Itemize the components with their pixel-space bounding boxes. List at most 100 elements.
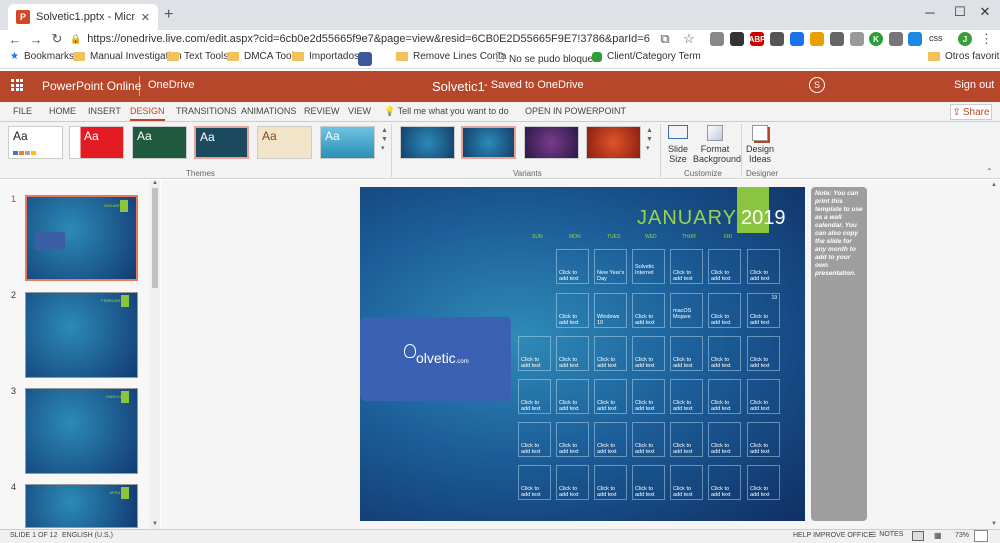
close-tab-icon[interactable]: ✕ <box>141 11 150 24</box>
extension-icon[interactable] <box>730 32 744 46</box>
extension-icon[interactable]: K <box>869 32 883 46</box>
calendar-cell[interactable]: Click to add text <box>594 465 627 500</box>
star-icon[interactable]: ☆ <box>680 30 698 48</box>
calendar-cell[interactable]: Click to add text <box>632 465 665 500</box>
variant-1[interactable] <box>400 126 455 159</box>
calendar-cell[interactable]: Click to add text <box>708 293 741 328</box>
format-background-button[interactable]: Format Background <box>693 125 741 164</box>
calendar-cell[interactable]: Click to add text <box>708 465 741 500</box>
open-in-powerpoint-button[interactable]: OPEN IN POWERPOINT <box>525 106 626 116</box>
variant-3[interactable] <box>524 126 579 159</box>
calendar-cell[interactable]: Click to add text <box>708 249 741 284</box>
collapse-ribbon-icon[interactable]: ⌃ <box>986 167 993 176</box>
avatar[interactable]: J <box>958 32 972 46</box>
calendar-cell[interactable]: Click to add text <box>632 293 665 328</box>
share-button[interactable]: ⇪ Share <box>950 104 992 120</box>
menu-icon[interactable]: ⋮ <box>980 31 993 47</box>
document-title[interactable]: Solvetic1 <box>432 79 485 94</box>
bookmark-item[interactable]: 🗋 No se pudo bloquea <box>496 51 599 68</box>
bookmark-item[interactable]: Client/Category Term <box>592 51 701 62</box>
bookmark-folder[interactable]: Remove Lines Conta <box>396 51 506 62</box>
browser-tab[interactable]: P Solvetic1.pptx - Microsoft Powe ✕ <box>8 4 158 30</box>
theme-beige[interactable]: Aa <box>257 126 312 159</box>
sign-out-button[interactable]: Sign out <box>954 79 994 91</box>
calendar-cell[interactable]: Click to add text <box>670 249 703 284</box>
canvas-scrollbar[interactable]: ▲ ▼ <box>988 180 1000 529</box>
css-extension-icon[interactable]: css <box>929 33 943 43</box>
tab-transitions[interactable]: TRANSITIONS <box>176 106 237 116</box>
slide-thumbnail[interactable]: MARCH <box>25 388 138 474</box>
calendar-cell[interactable]: Click to add text <box>747 465 780 500</box>
extension-icon[interactable] <box>810 32 824 46</box>
calendar-cell[interactable]: Click to add text <box>670 379 703 414</box>
bookmark-folder[interactable]: Importados <box>292 51 359 62</box>
calendar-cell[interactable]: Click to add text <box>556 293 589 328</box>
tab-review[interactable]: REVIEW <box>304 106 340 116</box>
calendar-cell[interactable]: Solvetic Internet <box>632 249 665 284</box>
tell-me-box[interactable]: 💡 Tell me what you want to do <box>384 106 509 117</box>
calendar-cell[interactable]: Click to add text <box>670 465 703 500</box>
address-bar[interactable]: 🔒 https://onedrive.live.com/edit.aspx?ci… <box>70 31 650 47</box>
theme-blue[interactable]: Aa <box>320 126 375 159</box>
calendar-cell[interactable]: Click to add text <box>594 379 627 414</box>
reload-icon[interactable]: ↻ <box>48 30 66 48</box>
calendar-cell[interactable]: Click to add text <box>747 249 780 284</box>
thumbnail-scrollbar[interactable]: ▲ ▼ <box>150 180 160 529</box>
extension-icon[interactable] <box>770 32 784 46</box>
calendar-cell[interactable]: Click to add text <box>556 336 589 371</box>
normal-view-icon[interactable] <box>912 531 924 541</box>
tab-design[interactable]: DESIGN <box>130 106 165 121</box>
extension-icon[interactable] <box>908 32 922 46</box>
bookmark-folder[interactable]: DMCA Tools <box>227 51 299 62</box>
calendar-cell[interactable]: Click to add text <box>518 465 551 500</box>
bookmarks-item[interactable]: ★ Bookmarks <box>10 51 74 62</box>
tab-view[interactable]: VIEW <box>348 106 371 116</box>
slide-size-button[interactable]: Slide Size <box>664 125 692 164</box>
calendar-cell[interactable]: New Year's Day <box>594 249 627 284</box>
app-name[interactable]: PowerPoint Online <box>42 79 141 93</box>
forward-icon[interactable]: → <box>27 30 45 48</box>
theme-selected[interactable]: Aa <box>194 126 249 159</box>
calendar-cell[interactable]: 19 Click to add text <box>747 293 780 328</box>
slide-1[interactable]: JANUARY 2019 SUN MON TUES WED THUR FRI o… <box>360 187 805 521</box>
fit-to-window-icon[interactable] <box>974 530 988 542</box>
calendar-cell[interactable]: Click to add text <box>670 336 703 371</box>
slide-thumbnail[interactable]: APRIL <box>25 484 138 528</box>
calendar-cell[interactable]: Click to add text <box>518 379 551 414</box>
variant-4[interactable] <box>586 126 641 159</box>
calendar-cell[interactable]: Click to add text <box>556 422 589 457</box>
calendar-cell[interactable]: Click to add text <box>747 336 780 371</box>
slide-thumbnail[interactable]: JANUARY <box>25 195 138 281</box>
variant-scroll[interactable]: ▲ ▼ ▾ <box>646 126 653 153</box>
calendar-cell[interactable]: Click to add text <box>632 336 665 371</box>
theme-office[interactable]: Aa <box>8 126 63 159</box>
calendar-cell[interactable]: Click to add text <box>708 379 741 414</box>
design-ideas-button[interactable]: Design Ideas <box>744 125 776 164</box>
calendar-cell[interactable]: Click to add text <box>556 465 589 500</box>
help-improve-office[interactable]: HELP IMPROVE OFFICE <box>793 532 873 539</box>
calendar-cell[interactable]: Click to add text <box>708 422 741 457</box>
other-bookmarks[interactable]: Otros favoritos <box>928 51 1000 62</box>
skype-icon[interactable]: S <box>809 77 825 93</box>
tab-animations[interactable]: ANIMATIONS <box>241 106 296 116</box>
extension-icon[interactable] <box>830 32 844 46</box>
calendar-cell[interactable]: Click to add text <box>594 336 627 371</box>
calendar-cell[interactable]: Click to add text <box>747 422 780 457</box>
theme-scroll[interactable]: ▲ ▼ ▾ <box>381 126 388 153</box>
adblock-icon[interactable]: ABP <box>749 32 765 46</box>
tab-home[interactable]: HOME <box>49 106 76 116</box>
calendar-cell[interactable]: Click to add text <box>747 379 780 414</box>
minimize-icon[interactable]: ─ <box>915 2 945 22</box>
new-tab-button[interactable]: + <box>164 6 173 24</box>
tab-file[interactable]: FILE <box>13 106 32 116</box>
calendar-cell[interactable]: Click to add text <box>632 379 665 414</box>
app-launcher-icon[interactable] <box>11 79 23 91</box>
calendar-cell[interactable]: Click to add text <box>708 336 741 371</box>
bookmark-folder[interactable]: Manual Investigation <box>73 51 182 62</box>
calendar-cell[interactable]: Click to add text <box>594 422 627 457</box>
calendar-cell[interactable]: Click to add text <box>518 422 551 457</box>
extension-icon[interactable] <box>850 32 864 46</box>
calendar-cell[interactable]: Click to add text <box>632 422 665 457</box>
zoom-level[interactable]: 73% <box>955 532 969 539</box>
variant-2-selected[interactable] <box>461 126 516 159</box>
